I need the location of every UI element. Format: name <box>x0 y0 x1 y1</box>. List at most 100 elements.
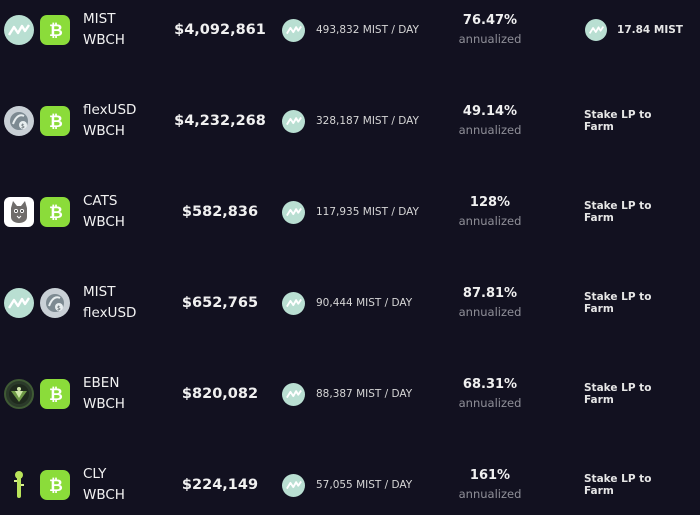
reward-rate: 493,832 MIST / DAY <box>282 18 419 42</box>
apr-value: 49.14% <box>462 104 518 119</box>
apr: 49.14% annualized <box>440 103 540 139</box>
bch-icon: ₿ <box>40 106 70 136</box>
reward-text: 57,055 MIST / DAY <box>316 479 413 491</box>
stake-lp-button[interactable]: Stake LP to Farm <box>584 291 684 315</box>
stake-lp-label: Stake LP to Farm <box>584 200 652 224</box>
flexusd-icon: $ <box>4 106 34 136</box>
svg-text:₿: ₿ <box>49 476 63 495</box>
tvl-value: $4,232,268 <box>174 113 266 129</box>
farm-row[interactable]: ₿ CATS WBCH $582,836 117,935 MIST / DAY … <box>0 182 700 242</box>
pair-names: flexUSD WBCH <box>83 100 136 142</box>
farm-row[interactable]: ₿ CLY WBCH $224,149 57,055 MIST / DAY 16… <box>0 455 700 515</box>
apr: 68.31% annualized <box>440 376 540 412</box>
stake-lp-label: Stake LP to Farm <box>584 473 652 497</box>
mist-icon <box>282 18 305 42</box>
token-b-label: WBCH <box>83 487 125 503</box>
earned-text: 17.84 MIST <box>617 24 683 36</box>
apr: 87.81% annualized <box>440 285 540 321</box>
farm-row[interactable]: $ ₿ flexUSD WBCH $4,232,268 328,187 MIST… <box>0 91 700 151</box>
token-b-label: WBCH <box>83 214 125 230</box>
tvl-value: $652,765 <box>181 295 259 311</box>
reward-rate: 328,187 MIST / DAY <box>282 109 419 133</box>
token-pair: $ <box>4 288 70 318</box>
farm-list: ₿ MIST WBCH $4,092,861 493,832 MIST / DA… <box>0 0 700 515</box>
reward-text: 328,187 MIST / DAY <box>316 115 419 127</box>
eben-icon <box>4 379 34 409</box>
farm-row[interactable]: $ MIST flexUSD $652,765 90,444 MIST / DA… <box>0 273 700 333</box>
farm-row[interactable]: ₿ MIST WBCH $4,092,861 493,832 MIST / DA… <box>0 0 700 60</box>
apr-value: 161% <box>469 468 511 483</box>
stake-lp-label: Stake LP to Farm <box>584 109 652 133</box>
token-a-label: flexUSD <box>83 102 137 118</box>
token-b-label: WBCH <box>83 123 125 139</box>
pair-names: CLY WBCH <box>83 464 125 506</box>
stake-lp-button[interactable]: Stake LP to Farm <box>584 200 684 224</box>
apr-label: annualized <box>458 123 522 137</box>
svg-text:$: $ <box>21 123 25 130</box>
token-pair: $ ₿ <box>4 106 70 136</box>
tvl-value: $224,149 <box>181 477 259 493</box>
svg-text:₿: ₿ <box>49 203 63 222</box>
pair-names: MIST flexUSD <box>83 282 136 324</box>
stake-lp-button[interactable]: Stake LP to Farm <box>584 382 684 406</box>
reward-text: 493,832 MIST / DAY <box>316 24 419 36</box>
apr-value: 68.31% <box>462 377 518 392</box>
apr-label: annualized <box>458 214 522 228</box>
token-pair: ₿ <box>4 15 70 45</box>
stake-lp-button[interactable]: Stake LP to Farm <box>584 473 684 497</box>
apr-value: 76.47% <box>462 13 518 28</box>
flexusd-icon: $ <box>40 288 70 318</box>
svg-text:$: $ <box>57 305 61 312</box>
mist-icon <box>4 15 34 45</box>
token-pair: ₿ <box>4 197 70 227</box>
apr: 161% annualized <box>440 467 540 503</box>
apr-value: 87.81% <box>462 286 518 301</box>
reward-text: 90,444 MIST / DAY <box>316 297 413 309</box>
farm-row[interactable]: ₿ EBEN WBCH $820,082 88,387 MIST / DAY 6… <box>0 364 700 424</box>
tvl-value: $820,082 <box>181 386 259 402</box>
reward-text: 117,935 MIST / DAY <box>316 206 419 218</box>
svg-text:₿: ₿ <box>49 385 63 404</box>
stake-lp-button[interactable]: Stake LP to Farm <box>584 109 684 133</box>
apr-label: annualized <box>458 487 522 501</box>
reward-text: 88,387 MIST / DAY <box>316 388 413 400</box>
token-a-label: EBEN <box>83 375 120 391</box>
bch-icon: ₿ <box>40 15 70 45</box>
bch-icon: ₿ <box>40 470 70 500</box>
pair-names: EBEN WBCH <box>83 373 125 415</box>
stake-lp-label: Stake LP to Farm <box>584 382 652 406</box>
reward-rate: 117,935 MIST / DAY <box>282 200 419 224</box>
apr-label: annualized <box>458 305 522 319</box>
token-b-label: WBCH <box>83 396 125 412</box>
tvl-value: $4,092,861 <box>174 22 266 38</box>
token-a-label: MIST <box>83 284 116 300</box>
bch-icon: ₿ <box>40 379 70 409</box>
token-b-label: flexUSD <box>83 305 137 321</box>
earned-amount[interactable]: 17.84 MIST <box>584 19 684 41</box>
token-a-label: MIST <box>83 11 116 27</box>
stake-lp-label: Stake LP to Farm <box>584 291 652 315</box>
mist-icon <box>585 19 608 41</box>
apr: 76.47% annualized <box>440 12 540 48</box>
token-a-label: CATS <box>83 193 118 209</box>
apr: 128% annualized <box>440 194 540 230</box>
pair-names: CATS WBCH <box>83 191 125 233</box>
apr-label: annualized <box>458 396 522 410</box>
bch-icon: ₿ <box>40 197 70 227</box>
reward-rate: 90,444 MIST / DAY <box>282 291 413 315</box>
token-b-label: WBCH <box>83 32 125 48</box>
token-pair: ₿ <box>4 379 70 409</box>
mist-icon <box>282 200 305 224</box>
cats-icon <box>4 197 34 227</box>
cly-icon <box>4 470 34 500</box>
mist-icon <box>282 473 305 497</box>
apr-value: 128% <box>469 195 511 210</box>
mist-icon <box>282 291 305 315</box>
mist-icon <box>282 109 305 133</box>
reward-rate: 57,055 MIST / DAY <box>282 473 413 497</box>
svg-text:₿: ₿ <box>49 21 63 40</box>
pair-names: MIST WBCH <box>83 9 125 51</box>
mist-icon <box>282 382 305 406</box>
token-pair: ₿ <box>4 470 70 500</box>
svg-text:₿: ₿ <box>49 112 63 131</box>
